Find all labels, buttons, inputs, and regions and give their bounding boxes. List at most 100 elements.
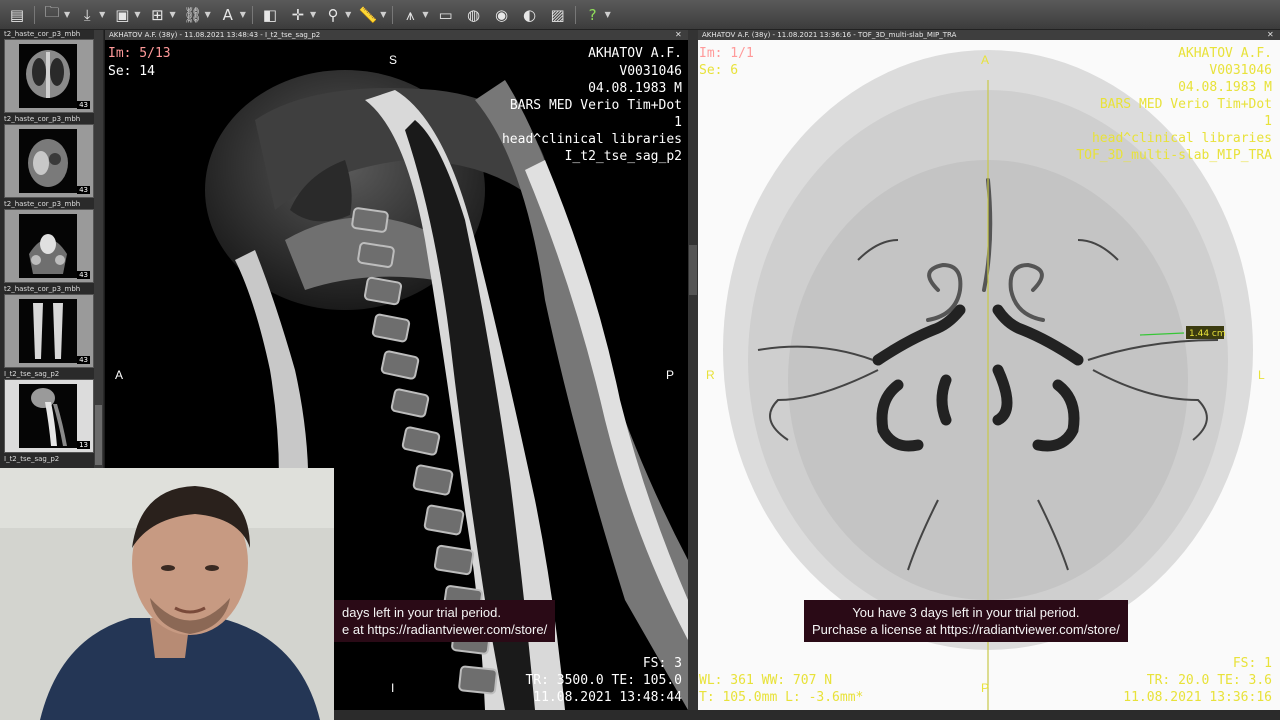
series-thumbnail[interactable]: 13 <box>4 379 94 453</box>
series-label: t2_haste_cor_p3_mbh <box>4 285 81 293</box>
chevron-down-icon[interactable]: ▼ <box>205 10 211 19</box>
fs-value: FS: 1 <box>1232 656 1272 671</box>
series-preview-image <box>19 214 77 278</box>
series-preview-image <box>19 129 77 193</box>
patient-birth: 04.08.1983 M <box>1178 80 1272 95</box>
window-level: WL: 361 WW: 707 N <box>699 673 833 688</box>
patient-name: AKHATOV A.F. <box>1178 46 1272 61</box>
monitor-icon[interactable]: ▭ <box>435 5 457 25</box>
tr-te-value: TR: 20.0 TE: 3.6 <box>1146 673 1272 688</box>
compare-icon[interactable]: ◐ <box>519 5 541 25</box>
series-image-count: 43 <box>77 101 90 109</box>
measure-ruler-icon[interactable]: 📏 <box>357 5 379 25</box>
crosshair-icon[interactable]: ✛ <box>287 5 309 25</box>
series-image-count: 13 <box>77 441 90 449</box>
open-folder-icon[interactable]: 🗀 <box>41 3 63 25</box>
study-number: 1 <box>1264 114 1272 129</box>
study-number: 1 <box>674 115 682 130</box>
close-icon[interactable]: ✕ <box>675 30 685 39</box>
chevron-down-icon[interactable]: ▼ <box>422 10 428 19</box>
device-name: BARS MED Verio Tim+Dot <box>509 98 682 113</box>
patient-id: V0031046 <box>619 64 682 79</box>
toolbar-divider <box>251 5 253 24</box>
viewport-title: AKHATOV A.F. (38y) - 11.08.2021 13:48:43… <box>105 30 688 40</box>
chevron-down-icon[interactable]: ▼ <box>240 10 246 19</box>
series-item[interactable]: I_t2_tse_sag_p2 <box>4 455 94 464</box>
series-item[interactable]: t2_haste_cor_p3_mbh 43 <box>4 30 94 113</box>
series-label: I_t2_tse_sag_p2 <box>4 370 60 378</box>
image-index: Im: 5/13 <box>108 46 171 61</box>
cd-icon[interactable]: ◉ <box>491 5 513 25</box>
series-label: I_t2_tse_sag_p2 <box>4 455 60 463</box>
series-thumbnail[interactable]: 43 <box>4 294 94 368</box>
webcam-overlay <box>0 468 334 720</box>
presenter-video-image <box>0 468 334 720</box>
orientation-right: P <box>666 368 675 382</box>
trial-notice-line1: days left in your trial period. <box>342 605 501 620</box>
series-item[interactable]: I_t2_tse_sag_p2 13 <box>4 370 94 453</box>
series-image-count: 43 <box>77 271 90 279</box>
series-name: TOF_3D_multi-slab_MIP_TRA <box>1076 148 1272 163</box>
cube-icon[interactable]: ◧ <box>259 5 281 25</box>
viewport-image-area[interactable]: 1.44 cm Im: 1/1 Se: 6 AKHATOV A.F. V0031… <box>698 40 1280 710</box>
orientation-top: S <box>389 53 398 67</box>
series-thumbnail[interactable]: 43 <box>4 124 94 198</box>
scrollbar-thumb[interactable] <box>95 405 102 465</box>
viewport-right[interactable]: AKHATOV A.F. (38y) - 11.08.2021 13:36:16… <box>698 30 1280 710</box>
question-icon[interactable]: ? <box>582 5 604 25</box>
series-panel: t2_haste_cor_p3_mbh 43 t2_haste_cor_p3_m… <box>0 30 104 468</box>
toolbar-divider <box>574 5 576 24</box>
image-index: Im: 1/1 <box>699 46 754 61</box>
trial-notice-line2[interactable]: e at https://radiantviewer.com/store/ <box>342 621 547 638</box>
toolbar-divider <box>34 5 35 24</box>
orientation-bottom: P <box>981 681 990 695</box>
orientation-right: L <box>1258 368 1265 382</box>
series-index: Se: 6 <box>699 63 739 78</box>
chevron-down-icon[interactable]: ▼ <box>345 10 351 19</box>
trial-notice-line2[interactable]: Purchase a license at https://radiantvie… <box>812 621 1120 638</box>
device-name: BARS MED Verio Tim+Dot <box>1099 97 1272 112</box>
patient-id: V0031046 <box>1209 63 1272 78</box>
splitter-handle[interactable] <box>689 245 697 295</box>
annotate-text-icon[interactable]: A <box>217 5 239 25</box>
chevron-down-icon[interactable]: ▼ <box>605 10 611 19</box>
download-icon[interactable]: ⤓ <box>76 5 98 25</box>
series-label: t2_haste_cor_p3_mbh <box>4 115 81 123</box>
panel-icon[interactable]: ▨ <box>547 5 569 25</box>
series-scrollbar[interactable] <box>94 30 103 468</box>
trial-notice-line1: You have 3 days left in your trial perio… <box>852 605 1080 620</box>
acquisition-datetime: 11.08.2021 13:48:44 <box>533 690 682 705</box>
close-icon[interactable]: ✕ <box>1267 30 1277 39</box>
patient-name: AKHATOV A.F. <box>588 46 682 61</box>
patient-birth: 04.08.1983 M <box>588 81 682 96</box>
chevron-down-icon[interactable]: ▼ <box>380 10 386 19</box>
viewport-splitter[interactable] <box>688 30 698 710</box>
series-thumbnail[interactable]: 43 <box>4 209 94 283</box>
layout-icon[interactable]: ▤ <box>6 5 28 25</box>
link-icon[interactable]: ⛓ <box>182 5 204 25</box>
series-label: t2_haste_cor_p3_mbh <box>4 30 81 38</box>
chevron-down-icon[interactable]: ▼ <box>169 10 175 19</box>
series-item[interactable]: t2_haste_cor_p3_mbh 43 <box>4 285 94 368</box>
grid-icon[interactable]: ⊞ <box>146 5 168 25</box>
chevron-down-icon[interactable]: ▼ <box>134 10 140 19</box>
series-image-count: 43 <box>77 356 90 364</box>
orientation-left: R <box>706 368 715 382</box>
main-toolbar: ▤ 🗀 ▼ ⤓ ▼ ▣ ▼ ⊞ ▼ ⛓ ▼ A ▼ ◧ ✛ ▼ ⚲ ▼ 📏 ▼ ⩚ ▼ ▭ ◍ ◉ … <box>0 0 1280 30</box>
series-thumbnail[interactable]: 43 <box>4 39 94 113</box>
series-item[interactable]: t2_haste_cor_p3_mbh 43 <box>4 200 94 283</box>
fusion-icon[interactable]: ⩚ <box>399 5 421 25</box>
sphere-icon[interactable]: ◍ <box>463 5 485 25</box>
chevron-down-icon[interactable]: ▼ <box>310 10 316 19</box>
series-item[interactable]: t2_haste_cor_p3_mbh 43 <box>4 115 94 198</box>
save-icon[interactable]: ▣ <box>111 5 133 25</box>
chevron-down-icon[interactable]: ▼ <box>99 10 105 19</box>
slice-thickness: T: 105.0mm L: -3.6mm* <box>699 690 864 705</box>
toolbar-divider <box>392 5 394 24</box>
magnifier-icon[interactable]: ⚲ <box>322 5 344 25</box>
orientation-top: A <box>981 53 990 67</box>
trial-notice: days left in your trial period. e at htt… <box>334 600 556 642</box>
measurement-label: 1.44 cm <box>1189 329 1226 339</box>
chevron-down-icon[interactable]: ▼ <box>64 10 70 19</box>
series-index: Se: 14 <box>108 64 155 79</box>
